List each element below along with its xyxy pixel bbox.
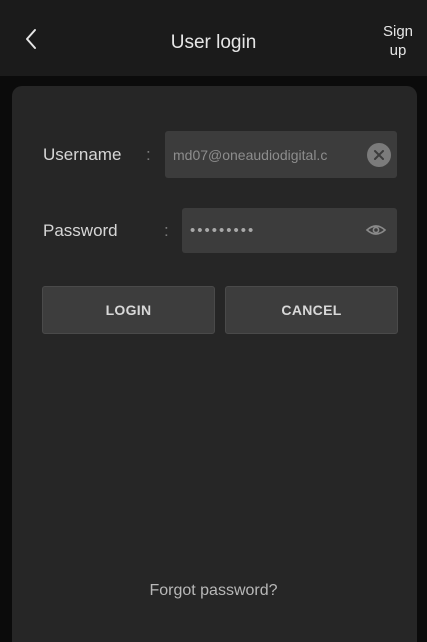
password-label: Password <box>43 221 118 240</box>
show-password-toggle[interactable] <box>365 220 387 240</box>
top-bar: User login Sign up <box>0 0 427 76</box>
username-value: md07@oneaudiodigital.c <box>173 146 328 163</box>
close-icon <box>374 150 384 160</box>
sign-up-link[interactable]: Sign up <box>378 22 418 60</box>
forgot-password-link[interactable]: Forgot password? <box>0 580 427 602</box>
sign-up-label-line2: up <box>389 42 407 59</box>
password-field[interactable]: ••••••••• <box>182 208 397 253</box>
sign-up-label-line1: Sign <box>382 23 414 40</box>
login-screen: User login Sign up Username : md07@oneau… <box>0 0 427 642</box>
eye-icon <box>365 225 387 235</box>
login-button[interactable]: LOGIN <box>42 286 215 334</box>
username-field[interactable]: md07@oneaudiodigital.c <box>165 131 397 178</box>
page-title: User login <box>170 32 257 53</box>
username-colon: : <box>146 145 151 164</box>
password-value: ••••••••• <box>190 222 256 239</box>
password-colon: : <box>164 221 169 240</box>
clear-icon[interactable] <box>367 143 391 167</box>
cancel-button[interactable]: CANCEL <box>225 286 398 334</box>
username-label: Username <box>43 145 122 164</box>
